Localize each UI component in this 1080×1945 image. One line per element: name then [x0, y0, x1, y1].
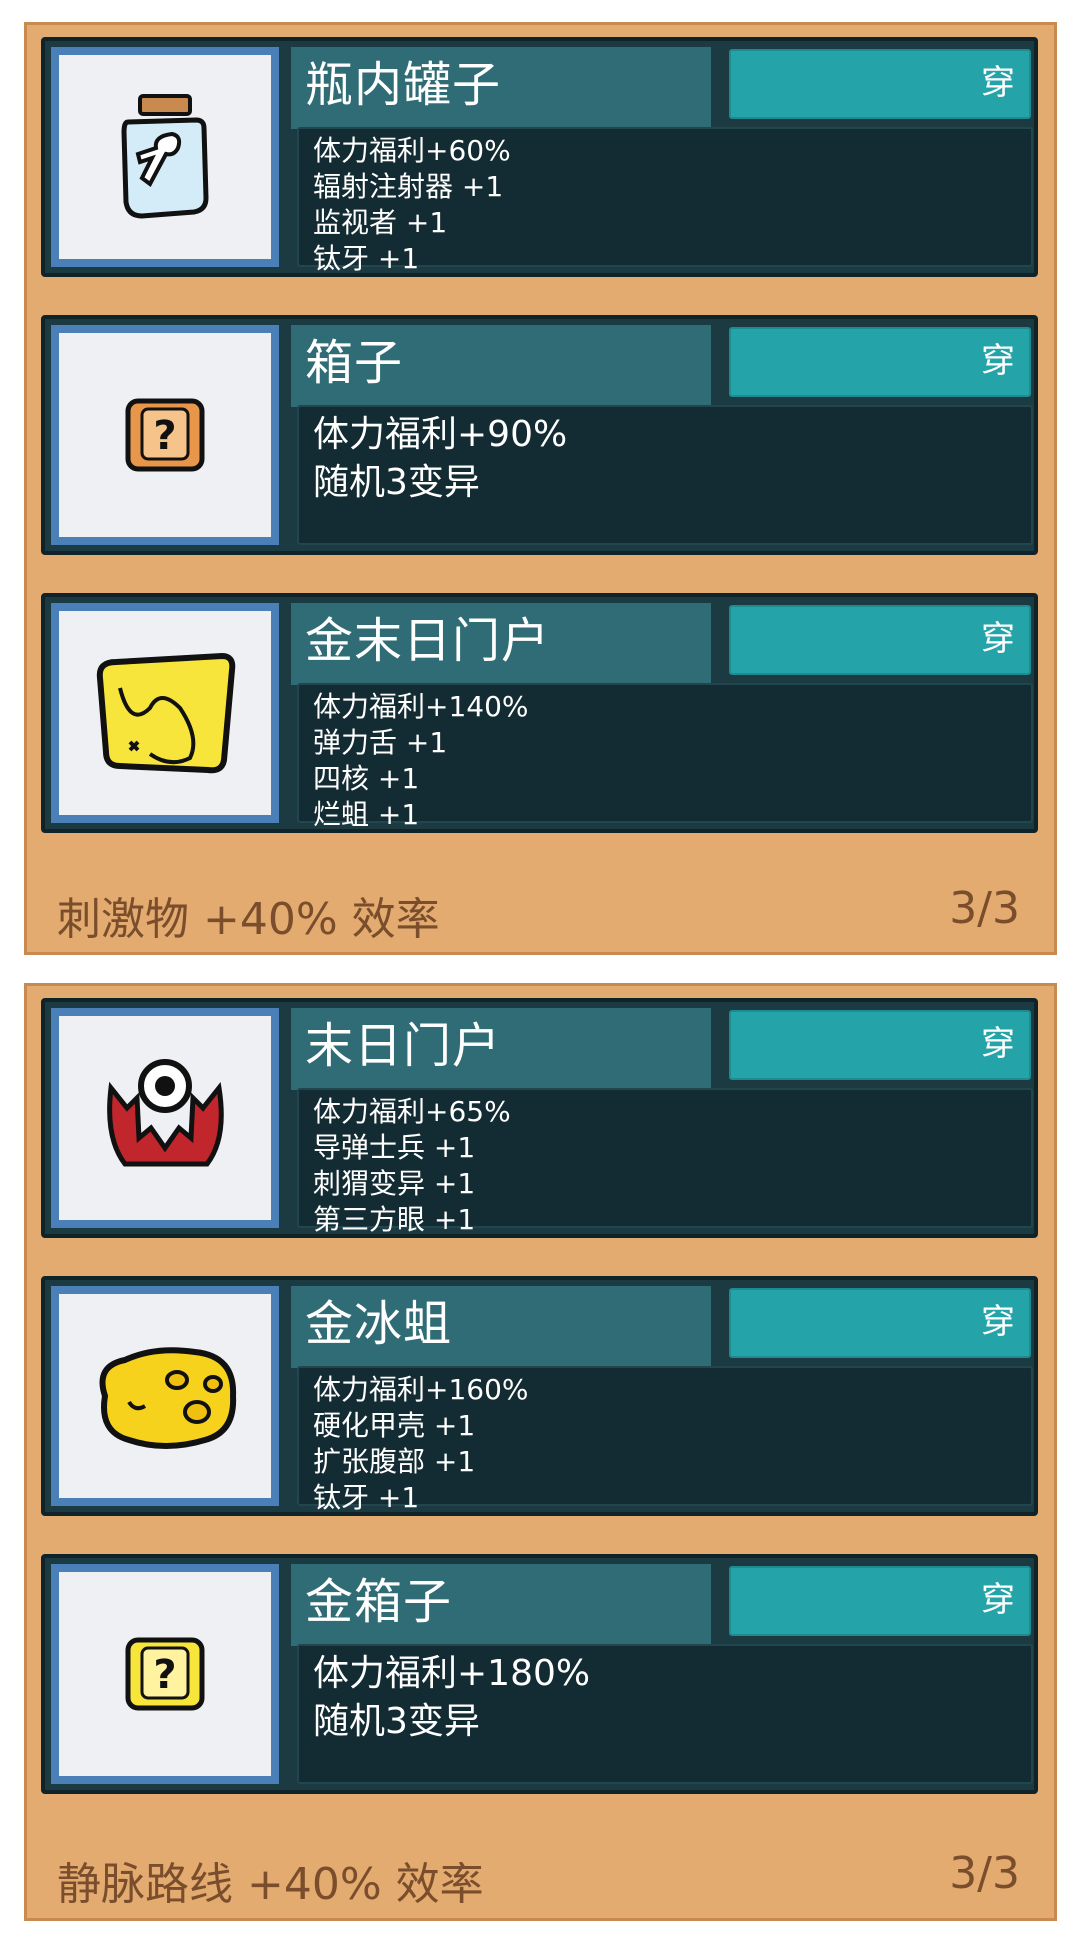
description-line: 扩张腹部 +1 — [313, 1445, 476, 1478]
item-title: 箱子 — [305, 335, 404, 391]
item-icon-frame — [51, 47, 279, 267]
item-title: 金冰蛆 — [305, 1296, 453, 1352]
item-card: 金冰蛆 穿 体力福利+160% 硬化甲壳 +1 扩张腹部 +1 钛牙 +1 — [41, 1276, 1038, 1516]
item-description: 体力福利+160% 硬化甲壳 +1 扩张腹部 +1 钛牙 +1 — [297, 1366, 1033, 1514]
item-title: 金末日门户 — [305, 613, 551, 669]
description-line: 体力福利+60% — [313, 134, 511, 167]
description-line: 监视者 +1 — [313, 206, 448, 239]
wear-button[interactable]: 穿 — [729, 1566, 1031, 1636]
svg-text:?: ? — [153, 413, 176, 459]
description-line: 弹力舌 +1 — [313, 726, 448, 759]
wear-button-label: 穿 — [981, 63, 1015, 103]
set-count: 3/3 — [949, 883, 1020, 934]
item-description: 体力福利+60% 辐射注射器 +1 监视者 +1 钛牙 +1 — [297, 127, 1033, 275]
wear-button-label: 穿 — [981, 1580, 1015, 1620]
wear-button-label: 穿 — [981, 1302, 1015, 1342]
description-line: 随机3变异 — [313, 462, 480, 503]
item-card: ? 箱子 穿 体力福利+90% 随机3变异 — [41, 315, 1038, 555]
wear-button[interactable]: 穿 — [729, 605, 1031, 675]
item-title: 末日门户 — [305, 1018, 502, 1074]
set-count: 3/3 — [949, 1848, 1020, 1899]
set-bonus-text: 刺激物 +40% 效率 — [57, 894, 440, 945]
description-line: 刺猬变异 +1 — [313, 1167, 476, 1200]
item-card: 金末日门户 穿 体力福利+140% 弹力舌 +1 四核 +1 烂蛆 +1 — [41, 593, 1038, 833]
description-line: 硬化甲壳 +1 — [313, 1409, 476, 1442]
item-icon-frame — [51, 1008, 279, 1228]
description-line: 钛牙 +1 — [313, 1481, 420, 1514]
description-line: 烂蛆 +1 — [313, 798, 420, 831]
box-icon: ? — [125, 398, 205, 472]
item-icon-frame — [51, 1286, 279, 1506]
description-line: 体力福利+160% — [313, 1373, 529, 1406]
gold-ice-maggot-icon — [99, 1347, 237, 1449]
wear-button[interactable]: 穿 — [729, 1288, 1031, 1358]
wear-button-label: 穿 — [981, 1024, 1015, 1064]
description-line: 体力福利+140% — [313, 690, 529, 723]
item-title: 金箱子 — [305, 1574, 453, 1630]
item-card: 瓶内罐子 穿 体力福利+60% 辐射注射器 +1 监视者 +1 钛牙 +1 — [41, 37, 1038, 277]
wear-button[interactable]: 穿 — [729, 49, 1031, 119]
item-card: 末日门户 穿 体力福利+65% 导弹士兵 +1 刺猬变异 +1 第三方眼 +1 — [41, 998, 1038, 1238]
description-line: 体力福利+90% — [313, 414, 568, 455]
description-line: 体力福利+65% — [313, 1095, 511, 1128]
description-line: 导弹士兵 +1 — [313, 1131, 476, 1164]
item-description: 体力福利+180% 随机3变异 — [297, 1644, 1033, 1784]
svg-text:?: ? — [153, 1652, 176, 1698]
item-icon-frame — [51, 603, 279, 823]
equipment-panel: 瓶内罐子 穿 体力福利+60% 辐射注射器 +1 监视者 +1 钛牙 +1 ? … — [24, 22, 1057, 955]
item-icon-frame: ? — [51, 325, 279, 545]
set-bonus-text: 静脉路线 +40% 效率 — [57, 1859, 484, 1910]
description-line: 体力福利+180% — [313, 1653, 591, 1694]
description-line: 四核 +1 — [313, 762, 420, 795]
gold-box-icon: ? — [125, 1637, 205, 1711]
description-line: 第三方眼 +1 — [313, 1203, 476, 1236]
wear-button[interactable]: 穿 — [729, 1010, 1031, 1080]
description-line: 辐射注射器 +1 — [313, 170, 504, 203]
wear-button[interactable]: 穿 — [729, 327, 1031, 397]
description-line: 钛牙 +1 — [313, 242, 420, 275]
wear-button-label: 穿 — [981, 341, 1015, 381]
item-title: 瓶内罐子 — [305, 57, 502, 113]
wear-button-label: 穿 — [981, 619, 1015, 659]
item-description: 体力福利+140% 弹力舌 +1 四核 +1 烂蛆 +1 — [297, 683, 1033, 831]
portal-icon — [107, 1059, 224, 1167]
item-card: ? 金箱子 穿 体力福利+180% 随机3变异 — [41, 1554, 1038, 1794]
equipment-panel: 末日门户 穿 体力福利+65% 导弹士兵 +1 刺猬变异 +1 第三方眼 +1 — [24, 983, 1057, 1921]
gold-portal-icon — [96, 652, 236, 774]
description-line: 随机3变异 — [313, 1701, 480, 1742]
item-description: 体力福利+90% 随机3变异 — [297, 405, 1033, 545]
item-description: 体力福利+65% 导弹士兵 +1 刺猬变异 +1 第三方眼 +1 — [297, 1088, 1033, 1236]
jar-icon — [121, 94, 209, 219]
item-icon-frame: ? — [51, 1564, 279, 1784]
